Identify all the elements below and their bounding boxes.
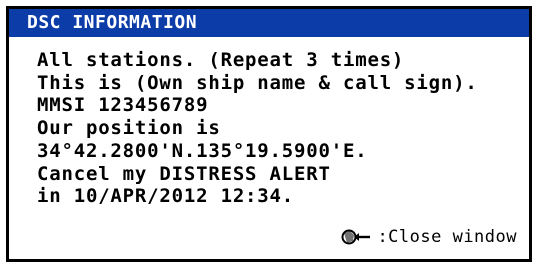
close-window-hint[interactable]: :Close window: [341, 225, 517, 249]
message-line-4: Our position is: [37, 117, 221, 140]
message-line-5: 34°42.2800'N.135°19.5900'E.: [37, 139, 368, 162]
message-line-6: Cancel my DISTRESS ALERT: [37, 162, 331, 185]
close-window-label: :Close window: [377, 227, 517, 247]
dsc-information-window: DSC INFORMATION All stations. (Repeat 3 …: [6, 6, 532, 262]
window-title: DSC INFORMATION: [27, 12, 198, 33]
message-line-2: This is (Own ship name & call sign).: [37, 71, 478, 94]
window-title-bar: DSC INFORMATION: [9, 9, 529, 37]
enter-knob-icon: [341, 229, 371, 245]
dsc-message-body: All stations. (Repeat 3 times) This is (…: [37, 49, 521, 208]
message-line-1: All stations. (Repeat 3 times): [37, 49, 405, 71]
message-line-7: in 10/APR/2012 12:34.: [37, 185, 295, 208]
message-line-3: MMSI 123456789: [37, 94, 209, 117]
